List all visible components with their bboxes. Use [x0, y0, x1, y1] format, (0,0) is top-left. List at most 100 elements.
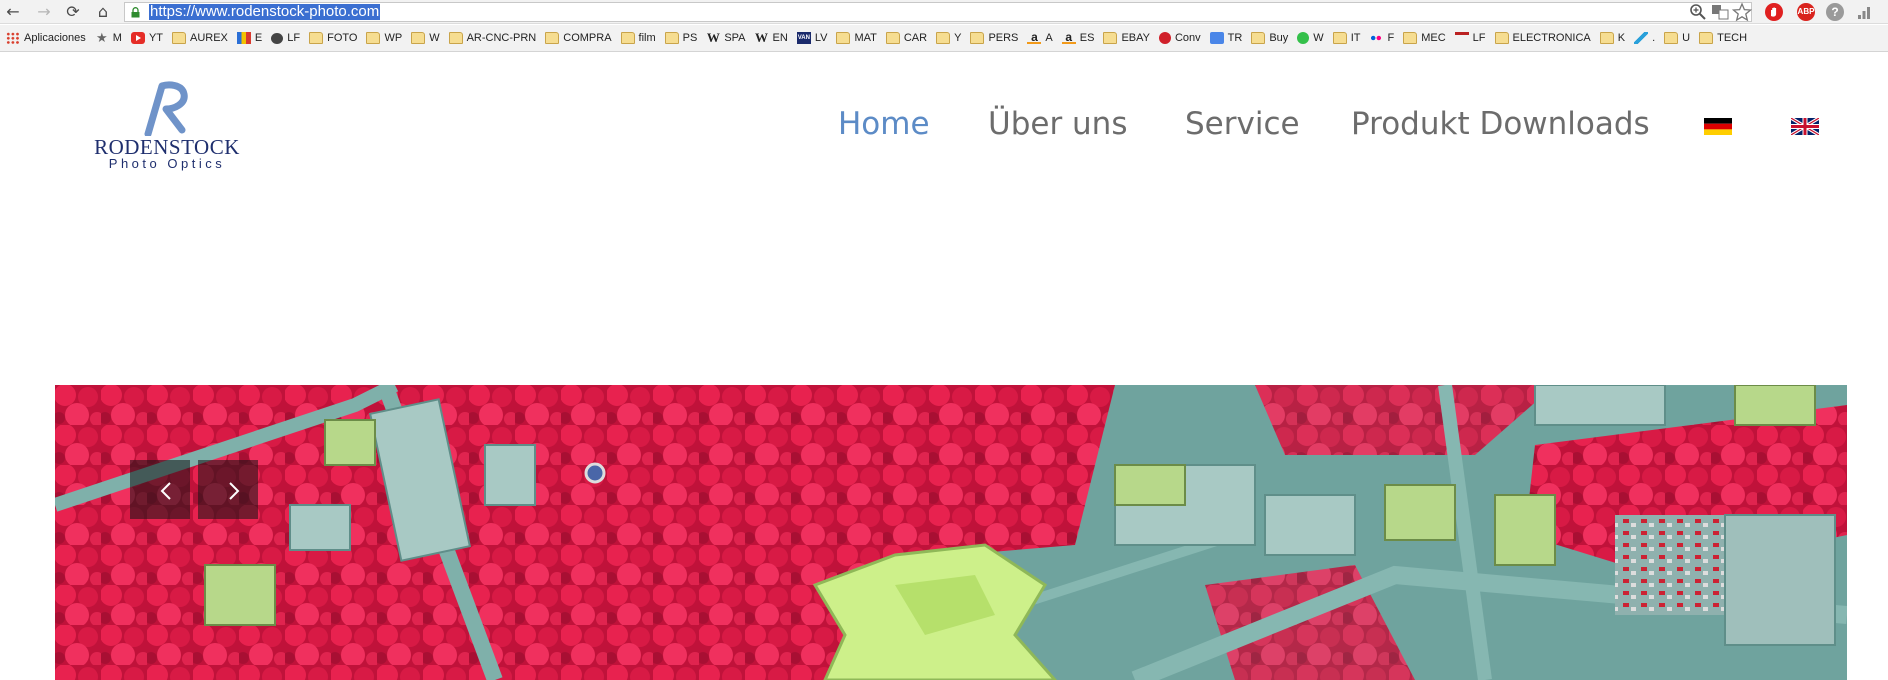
help-icon[interactable]: ?	[1826, 3, 1844, 21]
bookmark-item[interactable]: Conv	[1158, 29, 1201, 47]
nav-home[interactable]: Home	[838, 99, 930, 149]
bookmark-item[interactable]: K	[1599, 29, 1625, 47]
bookmark-item[interactable]: aA	[1027, 29, 1053, 47]
bookmark-label: COMPRA	[563, 32, 612, 44]
bookmark-item[interactable]: ★ M	[95, 29, 122, 47]
folder-icon	[366, 32, 381, 44]
wiki-icon: W	[755, 30, 769, 45]
abp-icon[interactable]: ABP	[1797, 3, 1815, 21]
bookmark-label: AUREX	[190, 32, 228, 44]
home-button[interactable]: ⌂	[92, 2, 114, 22]
yt-icon	[130, 32, 145, 44]
bookmarks-bar: Aplicaciones ★ M YT AUREX E LF FOTO WP W AR-CNC-PR…	[0, 25, 1888, 52]
translate-icon[interactable]	[1710, 2, 1730, 22]
logo-tagline: Photo Optics	[108, 156, 226, 171]
forward-button[interactable]: →	[33, 2, 55, 22]
amazon-icon: a	[1061, 31, 1076, 44]
bookmark-label: LV	[814, 32, 828, 44]
bookmark-label: AR-CNC-PRN	[466, 32, 537, 44]
bookmark-item[interactable]: IT	[1332, 29, 1360, 47]
chat-icon	[271, 32, 284, 44]
folder-icon	[836, 32, 851, 44]
back-button[interactable]: ←	[2, 2, 24, 22]
bookmark-item[interactable]: MAT	[836, 29, 877, 47]
bookmark-item[interactable]: EBAY	[1103, 29, 1150, 47]
address-bar[interactable]: https://www.rodenstock-photo.com	[124, 2, 1752, 22]
rodenstock-logo[interactable]: RODENSTOCK Photo Optics	[94, 80, 240, 171]
url-text[interactable]: https://www.rodenstock-photo.com	[149, 4, 381, 20]
nav-ueber-uns[interactable]: Über uns	[988, 99, 1128, 149]
bookmark-item[interactable]: W EN	[755, 29, 788, 47]
bookmark-item[interactable]: U	[1664, 29, 1690, 47]
bookmark-label: LF	[1472, 32, 1486, 44]
bookmark-item[interactable]: Buy	[1251, 29, 1288, 47]
folder-icon	[1403, 32, 1418, 44]
bookmark-label: TR	[1227, 32, 1243, 44]
adblock-icon[interactable]	[1765, 3, 1783, 21]
bookmark-item[interactable]: WP	[366, 29, 402, 47]
bookmark-label: CAR	[903, 32, 928, 44]
slider-prev-button[interactable]	[130, 460, 190, 519]
bookmark-label: PERS	[988, 32, 1019, 44]
zoom-icon[interactable]	[1688, 2, 1708, 22]
bookmark-item[interactable]: Aplicaciones	[6, 29, 86, 47]
bookmark-item[interactable]: E	[236, 29, 262, 47]
bookmark-label: .	[1652, 32, 1656, 44]
folder-icon	[309, 32, 324, 44]
bookmark-item[interactable]: W SPA	[706, 29, 746, 47]
lfbar-icon	[1454, 32, 1469, 44]
bookmark-item[interactable]: F	[1369, 29, 1394, 47]
bookmark-label: M	[112, 32, 122, 44]
folder-icon	[1699, 32, 1714, 44]
apps-icon	[6, 32, 20, 44]
bookmark-item[interactable]: film	[620, 29, 656, 47]
flag-germany-icon[interactable]	[1704, 118, 1732, 135]
bookmark-item[interactable]: PS	[664, 29, 698, 47]
star-icon[interactable]	[1732, 2, 1752, 22]
bookmark-item[interactable]: PERS	[970, 29, 1018, 47]
reload-button[interactable]: ⟳	[62, 2, 84, 22]
conv-icon	[1158, 32, 1171, 44]
hero-slider-image	[55, 385, 1847, 680]
bookmark-item[interactable]: TECH	[1699, 29, 1747, 47]
bookmark-item[interactable]: W	[1297, 29, 1324, 47]
folder-icon	[1332, 32, 1347, 44]
bookmark-item[interactable]: .	[1634, 29, 1655, 47]
folder-icon	[664, 32, 679, 44]
bookmark-item[interactable]: LF	[1454, 29, 1486, 47]
folder-icon	[620, 32, 635, 44]
folder-icon	[1103, 32, 1118, 44]
bookmark-label: ELECTRONICA	[1512, 32, 1591, 44]
bookmark-item[interactable]: FOTO	[309, 29, 357, 47]
menu-icon[interactable]	[1854, 2, 1874, 22]
bookmark-item[interactable]: MEC	[1403, 29, 1446, 47]
flickr-icon	[1369, 32, 1384, 44]
book-icon	[236, 32, 251, 44]
bookmark-item[interactable]: CAR	[885, 29, 928, 47]
tr-icon	[1209, 32, 1224, 44]
bookmark-item[interactable]: YT	[130, 29, 163, 47]
bookmark-item[interactable]: AUREX	[172, 29, 228, 47]
tg-icon	[1634, 32, 1649, 44]
bookmark-item[interactable]: ELECTRONICA	[1494, 29, 1591, 47]
slider-next-button[interactable]	[198, 460, 258, 519]
nav-produkt-downloads[interactable]: Produkt Downloads	[1351, 99, 1650, 149]
folder-icon	[1599, 32, 1614, 44]
bookmark-item[interactable]: a ES	[1061, 29, 1094, 47]
bookmark-item[interactable]: TR	[1209, 29, 1243, 47]
flag-uk-icon[interactable]	[1791, 118, 1819, 135]
bookmark-item[interactable]: AR-CNC-PRN	[448, 29, 537, 47]
bookmark-item[interactable]: VAN LV	[796, 29, 828, 47]
bookmark-label: PS	[682, 32, 698, 44]
bookmark-item[interactable]: Y	[936, 29, 961, 47]
bookmark-label: W	[1313, 32, 1324, 44]
bookmark-label: F	[1387, 32, 1395, 44]
folder-icon	[411, 32, 426, 44]
bookmark-item[interactable]: LF	[271, 29, 300, 47]
bookmark-item[interactable]: W	[411, 29, 440, 47]
folder-icon	[885, 32, 900, 44]
amazon-icon: a	[1027, 31, 1042, 44]
bookmark-item[interactable]: COMPRA	[545, 29, 612, 47]
nav-service[interactable]: Service	[1185, 99, 1300, 149]
folder-icon	[970, 32, 985, 44]
